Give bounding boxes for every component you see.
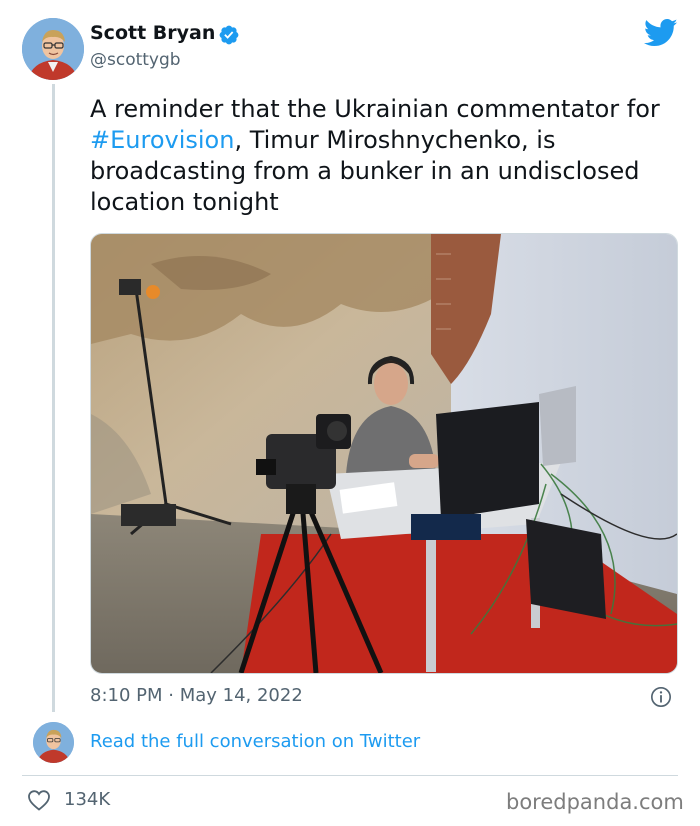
author-avatar[interactable] bbox=[22, 18, 84, 80]
twitter-bird-icon[interactable] bbox=[644, 18, 678, 48]
heart-icon[interactable] bbox=[27, 789, 51, 811]
hashtag-link[interactable]: #Eurovision bbox=[90, 126, 234, 154]
info-icon[interactable] bbox=[650, 686, 672, 708]
watermark: boredpanda.com bbox=[506, 790, 684, 814]
tweet-photo[interactable] bbox=[90, 233, 678, 674]
author-handle[interactable]: @scottygb bbox=[90, 50, 181, 70]
like-count: 134K bbox=[64, 789, 111, 810]
verified-badge-icon bbox=[219, 25, 239, 45]
tweet-text-before: A reminder that the Ukrainian commentato… bbox=[90, 95, 660, 123]
divider bbox=[22, 775, 678, 776]
author-display-name[interactable]: Scott Bryan bbox=[90, 22, 215, 44]
viewer-avatar bbox=[33, 722, 74, 763]
tweet-timestamp[interactable]: 8:10 PM · May 14, 2022 bbox=[90, 685, 303, 706]
tweet-text: A reminder that the Ukrainian commentato… bbox=[90, 94, 680, 218]
thread-line bbox=[52, 84, 55, 712]
read-conversation-link[interactable]: Read the full conversation on Twitter bbox=[90, 731, 420, 752]
